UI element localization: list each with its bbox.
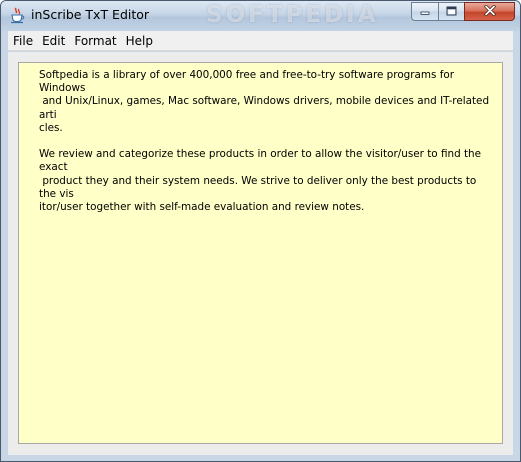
editor-paragraph-1: Softpedia is a library of over 400,000 f… — [39, 69, 490, 134]
menu-help[interactable]: Help — [126, 34, 153, 48]
title-bar[interactable]: inScribe TxT Editor SOFTPEDIA — [1, 1, 520, 31]
menu-format[interactable]: Format — [74, 34, 116, 48]
menu-file[interactable]: File — [13, 34, 33, 48]
java-cup-icon[interactable] — [9, 7, 25, 24]
close-icon — [483, 3, 496, 21]
editor-paragraph-2: We review and categorize these products … — [39, 148, 482, 214]
client-area: Softpedia is a library of over 400,000 f… — [8, 52, 513, 455]
close-button[interactable] — [464, 2, 515, 21]
watermark: SOFTPEDIA — [206, 2, 379, 28]
maximize-button[interactable] — [438, 2, 464, 21]
text-editor[interactable]: Softpedia is a library of over 400,000 f… — [18, 62, 503, 444]
maximize-icon — [446, 3, 457, 21]
menu-bar: File Edit Format Help — [8, 31, 513, 51]
minimize-button[interactable] — [411, 2, 438, 21]
menu-edit[interactable]: Edit — [42, 34, 65, 48]
minimize-icon — [420, 3, 430, 21]
window-controls — [411, 2, 515, 21]
app-window: inScribe TxT Editor SOFTPEDIA File Edit … — [0, 0, 521, 462]
window-title: inScribe TxT Editor — [31, 7, 150, 22]
